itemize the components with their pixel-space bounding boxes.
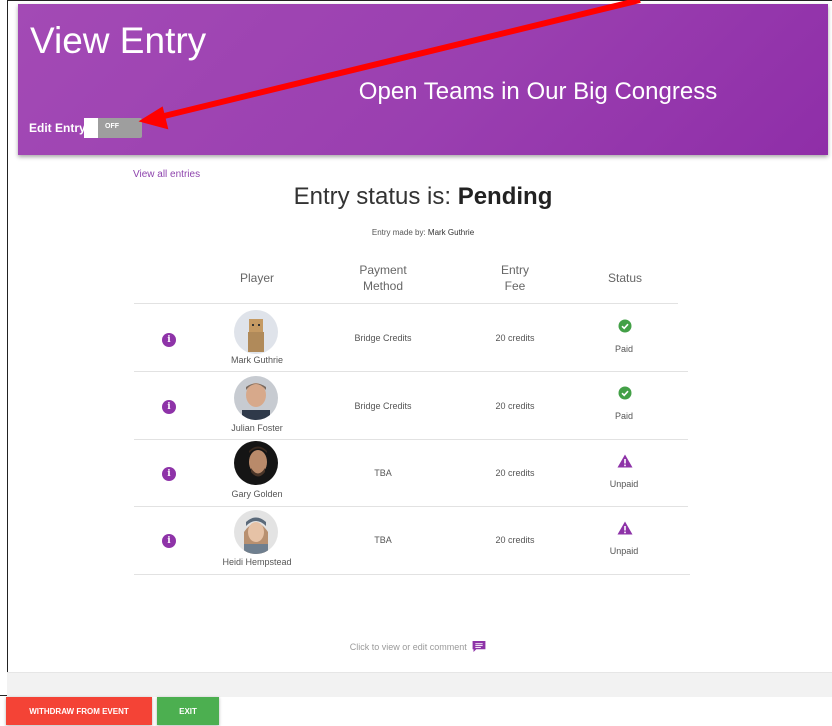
row-divider [134,439,688,440]
fee-header-line-2: Fee [504,279,526,293]
page-title: View Entry [30,20,207,61]
info-icon[interactable] [162,534,176,548]
fee-header-line-1: Entry [500,263,529,277]
payment-header-line-2: Method [362,279,404,293]
payment-status: Unpaid [609,546,639,556]
entry-fee: 20 credits [495,468,535,478]
view-all-entries-link[interactable]: View all entries [133,169,200,180]
made-by-prefix: Entry made by: [371,228,426,237]
entry-fee: 20 credits [495,535,535,545]
comment-link[interactable]: Click to view or edit comment [0,641,832,652]
column-header-player: Player [239,271,274,285]
payment-status: Paid [614,344,633,354]
exit-button[interactable]: EXIT [157,697,219,725]
info-icon[interactable] [162,467,176,481]
player-name: Gary Golden [231,489,283,499]
entry-made-by: Entry made by: Mark Guthrie [0,228,832,237]
payment-method: TBA [374,468,392,478]
player-name: Julian Foster [231,423,283,433]
entry-status-heading: Entry status is: Pending [0,183,832,211]
player-avatar-mark-guthrie [234,310,278,354]
comment-link-label: Click to view or edit comment [349,642,467,652]
row-divider [134,574,690,575]
event-name: Open Teams in Our Big Congress [358,78,718,105]
column-header-status: Status [607,271,643,285]
player-avatar-heidi-hempstead [234,510,278,554]
warning-icon [617,454,633,468]
player-name: Mark Guthrie [230,355,283,365]
entry-status-prefix: Entry status is: [293,183,452,210]
withdraw-from-event-button[interactable]: WITHDRAW FROM EVENT [6,697,152,725]
payment-method: Bridge Credits [354,401,412,411]
info-icon[interactable] [162,333,176,347]
payment-method: Bridge Credits [354,333,412,343]
row-divider [134,371,688,372]
row-divider [134,506,688,507]
comment-icon[interactable] [472,641,486,652]
entry-status-value: Pending [457,183,553,210]
check-circle-icon [618,386,632,400]
player-avatar-julian-foster [234,376,278,420]
payment-status: Paid [614,411,633,421]
check-circle-icon [618,319,632,333]
table-header-divider [134,303,678,304]
entry-fee: 20 credits [495,401,535,411]
entry-fee: 20 credits [495,333,535,343]
column-header-payment-method: Payment Method [340,262,426,294]
made-by-name: Mark Guthrie [427,228,475,237]
toggle-knob [84,118,98,138]
player-name: Heidi Hempstead [222,557,292,567]
payment-status: Unpaid [609,479,639,489]
footer-bar [7,672,832,697]
header-card: View Entry Open Teams in Our Big Congres… [18,4,828,155]
payment-method: TBA [374,535,392,545]
edit-entry-toggle[interactable]: OFF [84,118,142,138]
column-header-entry-fee: Entry Fee [485,262,545,294]
edit-entry-label: Edit Entry [29,121,86,135]
warning-icon [617,521,633,535]
payment-header-line-1: Payment [359,263,407,277]
info-icon[interactable] [162,400,176,414]
toggle-state-text: OFF [105,123,119,130]
player-avatar-gary-golden [234,441,278,485]
